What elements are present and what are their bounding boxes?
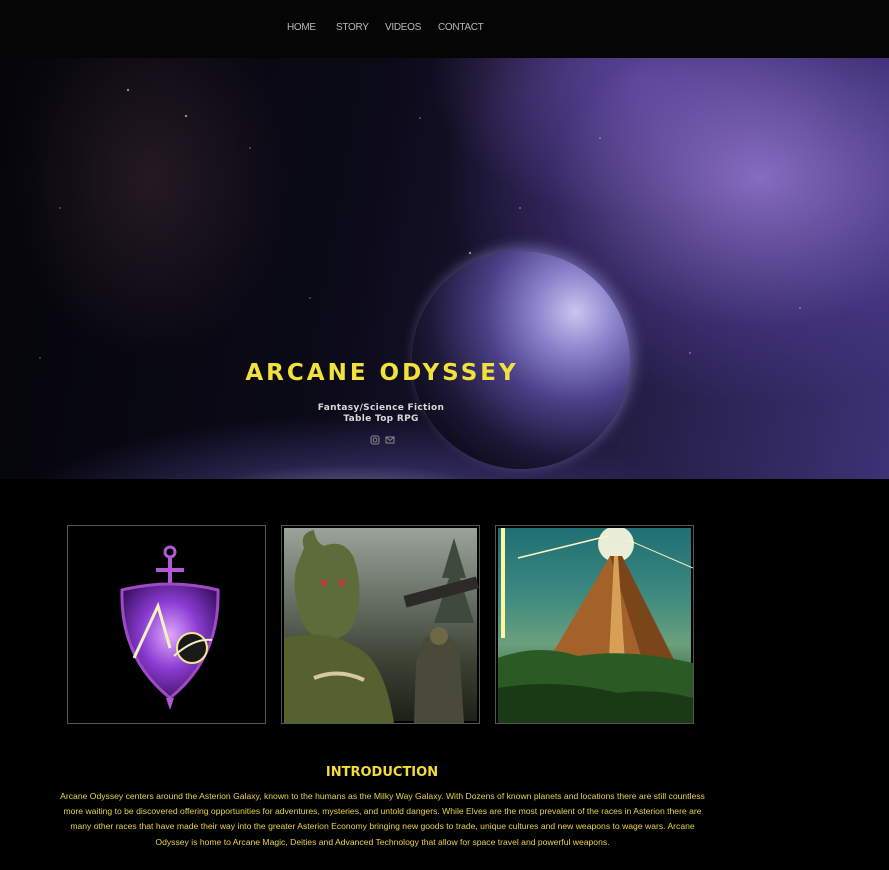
- introduction-text: Arcane Odyssey centers around the Asteri…: [60, 791, 705, 847]
- site-title: ARCANE ODYSSEY: [245, 360, 519, 386]
- hero-subtitle-genre: Fantasy/Science Fiction: [317, 403, 445, 413]
- nav-videos[interactable]: VIDEOS: [385, 22, 421, 33]
- gallery-image-pyramid[interactable]: [495, 525, 694, 724]
- shield-emblem-icon: [120, 545, 220, 710]
- gallery-image-orc[interactable]: [281, 525, 480, 724]
- introduction-heading: INTRODUCTION: [325, 765, 439, 780]
- orc-warrior-icon: [284, 530, 479, 723]
- instagram-icon[interactable]: [370, 435, 380, 445]
- hero-banner: ARCANE ODYSSEY Fantasy/Science Fiction T…: [0, 58, 889, 479]
- top-nav: HOME STORY VIDEOS CONTACT: [0, 0, 889, 58]
- nav-contact[interactable]: CONTACT: [438, 22, 484, 33]
- nav-home[interactable]: HOME: [287, 22, 316, 33]
- pyramid-icon: [498, 526, 693, 723]
- mail-icon[interactable]: [385, 435, 395, 445]
- nav-story[interactable]: STORY: [336, 22, 369, 33]
- gallery-image-emblem[interactable]: [67, 525, 266, 724]
- hero-subtitle-type: Table Top RPG: [343, 414, 419, 424]
